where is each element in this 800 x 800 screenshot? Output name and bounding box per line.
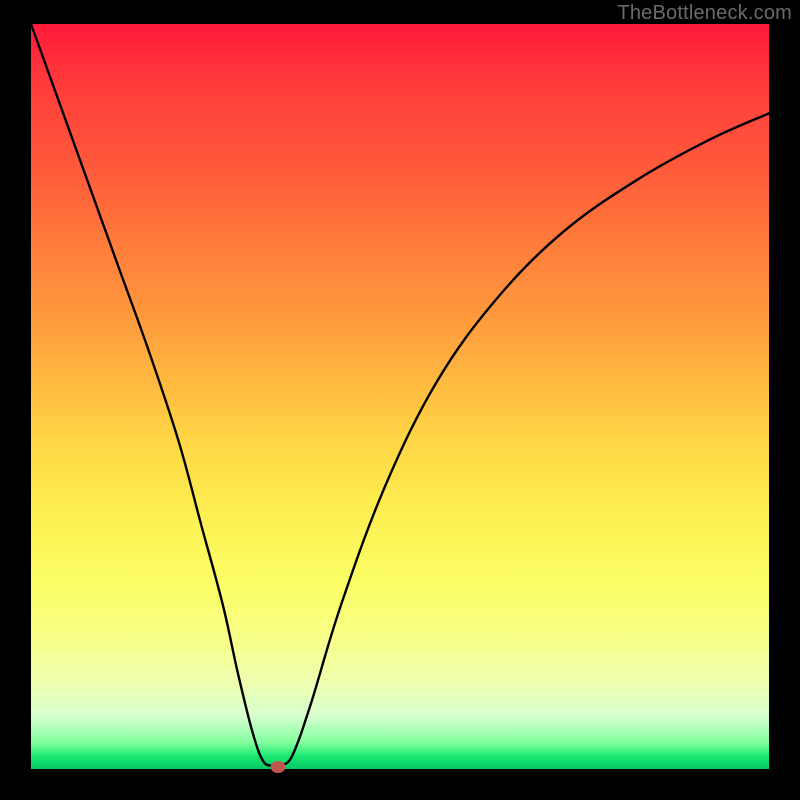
plot-area bbox=[31, 24, 769, 769]
bottleneck-curve bbox=[31, 24, 769, 766]
curve-svg bbox=[31, 24, 769, 769]
watermark-text: TheBottleneck.com bbox=[617, 2, 792, 25]
chart-frame: TheBottleneck.com bbox=[0, 0, 800, 800]
minimum-marker bbox=[271, 761, 286, 773]
